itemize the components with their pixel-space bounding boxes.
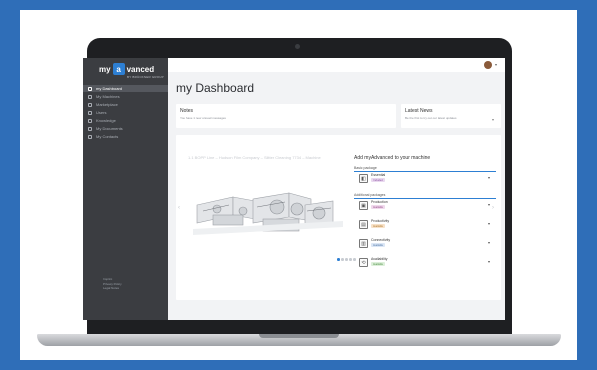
package-name: Availability	[371, 257, 388, 261]
carousel-dot[interactable]	[345, 258, 348, 261]
chevron-down-icon[interactable]: ▾	[495, 62, 497, 67]
package-name: Production	[371, 200, 388, 204]
machine-panel: 1.1 BOPP Line – Hudson Film Company – Sl…	[176, 135, 501, 300]
dashboard-icon	[88, 86, 92, 91]
sidebar: my a vanced BY BRÜCKNER GROUP my Dashboa…	[83, 58, 168, 320]
chevron-down-icon[interactable]: ▾	[488, 175, 490, 180]
carousel-dot[interactable]	[341, 258, 344, 261]
users-icon	[88, 110, 92, 115]
carousel-dot[interactable]	[349, 258, 352, 261]
connectivity-icon: ▥	[359, 239, 368, 248]
logo-my: my	[99, 64, 111, 74]
sidebar-item-my-contacts[interactable]: My Contacts	[83, 133, 168, 140]
sidebar-nav: my Dashboard My Machines Marketplace Users K…	[83, 85, 168, 141]
logo-vanced: vanced	[126, 64, 155, 74]
machine-title: 1.1 BOPP Line – Hudson Film Company – Sl…	[188, 155, 321, 160]
news-text: Be the first to try out our latest updat…	[405, 116, 457, 120]
sidebar-item-label: My Contacts	[96, 134, 119, 139]
carousel-prev-icon[interactable]: ‹	[178, 205, 180, 211]
documents-icon	[88, 126, 92, 131]
package-row-production[interactable]: ▣ Production Available ▾	[354, 199, 496, 213]
sidebar-item-my-documents[interactable]: My Documents	[83, 125, 168, 132]
marketplace-icon	[88, 102, 92, 107]
package-name: Productivity	[371, 219, 390, 223]
avatar[interactable]	[484, 61, 492, 69]
notes-card[interactable]: Notes You have 1 new unread messages	[176, 104, 396, 128]
notes-text: You have 1 new unread messages	[180, 116, 226, 120]
logo-a-icon: a	[112, 63, 125, 75]
app-logo[interactable]: my a vanced	[99, 62, 154, 76]
chevron-down-icon[interactable]: ▾	[488, 240, 490, 245]
carousel-dots	[337, 258, 356, 261]
sidebar-item-label: My Machines	[96, 94, 120, 99]
status-badge: Available	[371, 262, 385, 266]
machine-icon	[88, 94, 92, 99]
top-bar: ▾	[168, 58, 505, 72]
contacts-icon	[88, 134, 92, 139]
package-row-connectivity[interactable]: ▥ Connectivity Available ▾	[354, 237, 496, 251]
machine-illustration	[193, 192, 343, 235]
latest-news-card[interactable]: Latest News Be the first to try out our …	[401, 104, 501, 128]
sidebar-item-marketplace[interactable]: Marketplace	[83, 101, 168, 108]
camera-icon	[295, 44, 300, 49]
sidebar-item-label: My Documents	[96, 126, 123, 131]
notes-title: Notes	[180, 108, 194, 114]
sidebar-footer: Imprint Privacy Policy Legal Notes	[103, 277, 122, 291]
sidebar-item-my-machines[interactable]: My Machines	[83, 93, 168, 100]
sidebar-item-label: Users	[96, 110, 107, 115]
package-name: Connectivity	[371, 238, 391, 242]
logo-tagline: BY BRÜCKNER GROUP	[127, 75, 164, 79]
laptop-notch	[259, 334, 339, 338]
laptop-screen: my a vanced BY BRÜCKNER GROUP my Dashboa…	[83, 58, 505, 320]
status-badge: Available	[371, 205, 385, 209]
package-row-essential[interactable]: ◧ Essential Included ▾	[354, 172, 496, 186]
package-row-availability[interactable]: ⟲ Availability Available ▾	[354, 256, 496, 270]
package-row-productivity[interactable]: ▤ Productivity Available ▾	[354, 218, 496, 232]
status-badge: Available	[371, 243, 385, 247]
chevron-down-icon[interactable]: ▾	[488, 259, 490, 264]
sidebar-item-label: Knowledge	[96, 118, 116, 123]
carousel-dot[interactable]	[337, 258, 340, 261]
news-title: Latest News	[405, 108, 433, 114]
sidebar-item-my-dashboard[interactable]: my Dashboard	[83, 85, 168, 92]
page-title: my Dashboard	[176, 81, 255, 95]
productivity-icon: ▤	[359, 220, 368, 229]
chevron-down-icon[interactable]: ▾	[488, 221, 490, 226]
sidebar-item-knowledge[interactable]: Knowledge	[83, 117, 168, 124]
status-badge: Available	[371, 224, 385, 228]
footer-link[interactable]: Legal Notes	[103, 286, 122, 291]
packages-title: Add myAdvanced to your machine	[354, 155, 431, 161]
sidebar-item-label: Marketplace	[96, 102, 118, 107]
production-icon: ▣	[359, 201, 368, 210]
carousel-dot[interactable]	[353, 258, 356, 261]
knowledge-icon	[88, 118, 92, 123]
availability-icon: ⟲	[359, 258, 368, 267]
package-name: Essential	[371, 173, 386, 177]
sidebar-item-label: my Dashboard	[96, 86, 123, 91]
chevron-down-icon[interactable]: ▾	[492, 117, 494, 122]
essential-icon: ◧	[359, 174, 368, 183]
sidebar-item-users[interactable]: Users	[83, 109, 168, 116]
status-badge: Included	[371, 178, 385, 182]
chevron-down-icon[interactable]: ▾	[488, 202, 490, 207]
